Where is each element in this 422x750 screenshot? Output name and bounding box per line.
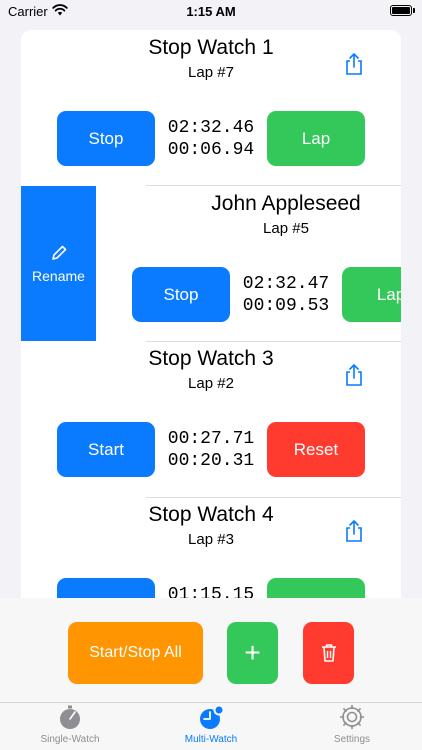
stopwatch-icon <box>60 705 80 729</box>
bottom-panel: Start/Stop All + Single-Watch Multi-Watc… <box>0 598 422 750</box>
stopwatch-row[interactable]: John Appleseed Lap #5 Stop 02:32.47 00:0… <box>96 186 401 341</box>
total-time: 00:27.71 <box>167 429 255 449</box>
time-display: 02:32.46 00:06.94 <box>158 117 264 161</box>
share-icon[interactable] <box>343 519 365 543</box>
add-watch-button[interactable]: + <box>227 622 278 684</box>
lap-time: 00:06.94 <box>167 140 255 160</box>
reset-button[interactable]: Reset <box>267 422 365 477</box>
share-icon[interactable] <box>343 363 365 387</box>
total-time: 02:32.46 <box>167 118 255 138</box>
share-icon[interactable] <box>343 52 365 76</box>
time-display: 00:27.71 00:20.31 <box>158 428 264 472</box>
start-button[interactable]: Start <box>57 422 155 477</box>
tab-label: Multi-Watch <box>184 734 238 745</box>
status-bar: Carrier 1:15 AM <box>0 0 422 26</box>
stop-button[interactable]: Stop <box>132 267 230 322</box>
time-display: 02:32.47 00:09.53 <box>233 273 339 317</box>
lap-button[interactable]: Lap <box>342 267 401 322</box>
lap-time: 00:20.31 <box>167 451 255 471</box>
tab-label: Settings <box>333 734 371 745</box>
gear-icon <box>339 704 365 730</box>
stop-button[interactable]: Stop <box>57 111 155 166</box>
lap-time: 00:09.53 <box>242 296 330 316</box>
pencil-icon <box>51 245 66 260</box>
tab-label: Single-Watch <box>40 734 100 745</box>
tab-single-watch[interactable]: Single-Watch <box>10 704 130 748</box>
multi-stopwatch-icon <box>200 704 224 729</box>
lap-button[interactable]: Lap <box>267 111 365 166</box>
stopwatch-row-swiped[interactable]: Rename John Appleseed Lap #5 Stop 02:32.… <box>21 186 401 341</box>
rename-button[interactable]: Rename <box>21 186 96 341</box>
lap-label: Lap #5 <box>263 220 309 237</box>
stopwatch-row[interactable]: Stop Watch 1 Lap #7 Stop 02:32.46 00:06.… <box>21 30 401 185</box>
start-stop-all-button[interactable]: Start/Stop All <box>68 622 203 684</box>
tab-bar-divider <box>0 702 422 703</box>
status-time: 1:15 AM <box>186 4 236 19</box>
tab-multi-watch[interactable]: Multi-Watch <box>151 704 271 748</box>
tab-settings[interactable]: Settings <box>292 704 412 748</box>
trash-icon <box>321 644 336 662</box>
battery-icon <box>390 5 415 16</box>
stopwatch-row[interactable]: Stop Watch 3 Lap #2 Start 00:27.71 00:20… <box>21 341 401 496</box>
stopwatch-title: John Appleseed <box>211 192 361 215</box>
rename-label: Rename <box>32 267 85 284</box>
delete-button[interactable] <box>303 622 354 684</box>
total-time: 02:32.47 <box>242 274 330 294</box>
